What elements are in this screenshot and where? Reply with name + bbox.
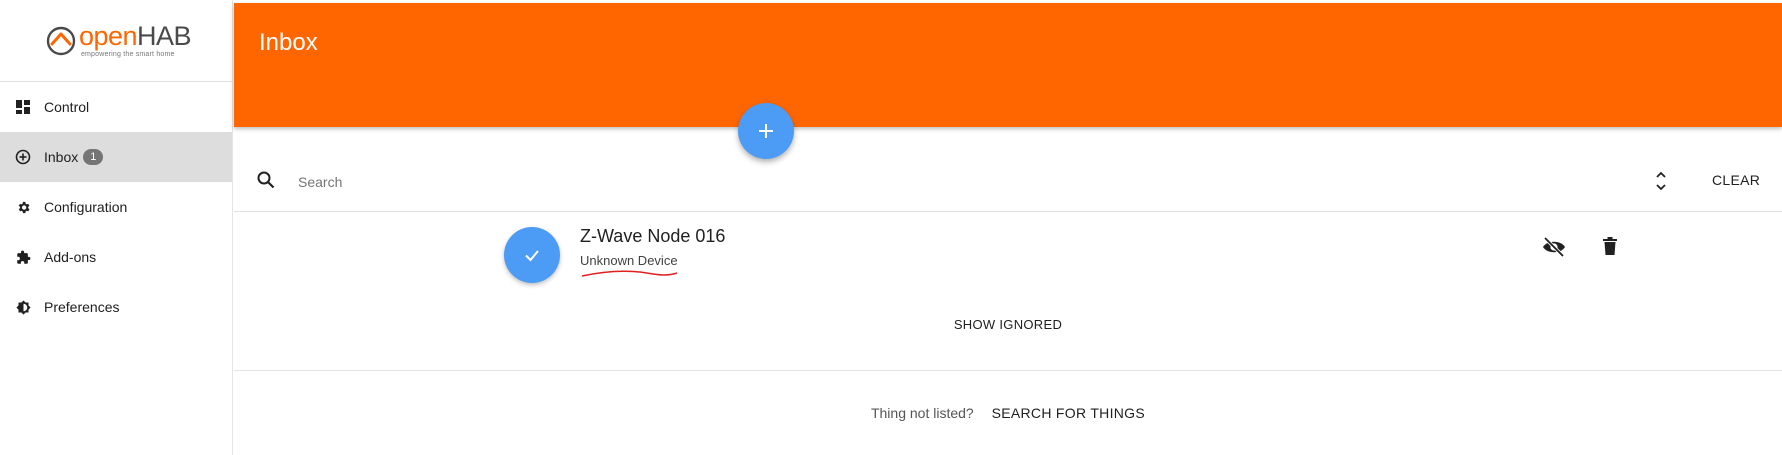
check-icon <box>525 250 539 262</box>
search-for-things-button[interactable]: SEARCH FOR THINGS <box>992 405 1145 421</box>
sort-toggle-icon[interactable] <box>1654 170 1668 197</box>
logo[interactable]: openHAB empowering the smart home <box>0 0 232 82</box>
inbox-count-badge: 1 <box>83 149 104 165</box>
brightness-icon <box>15 299 31 315</box>
delete-icon[interactable] <box>1602 236 1618 261</box>
sidebar-item-preferences[interactable]: Preferences <box>0 282 232 332</box>
search-bar: CLEAR <box>234 150 1782 212</box>
clear-button[interactable]: CLEAR <box>1712 172 1760 188</box>
sidebar-item-label: Preferences <box>44 299 120 315</box>
sidebar-nav: Control Inbox 1 Configuration Add-ons Pr… <box>0 82 232 332</box>
logo-text: openHAB empowering the smart home <box>78 21 192 59</box>
thing-title: Z-Wave Node 016 <box>580 226 726 246</box>
sidebar-item-control[interactable]: Control <box>0 82 232 132</box>
sidebar-item-label: Add-ons <box>44 249 97 265</box>
app-root: openHAB empowering the smart home Contro… <box>0 0 1782 455</box>
page-title: Inbox <box>259 29 318 56</box>
sidebar-item-label: Configuration <box>44 199 128 215</box>
search-icon <box>256 170 276 195</box>
sidebar-item-label: Inbox <box>44 149 79 165</box>
footer: Thing not listed? SEARCH FOR THINGS <box>234 405 1782 421</box>
logo-wrap: openHAB empowering the smart home <box>45 21 192 59</box>
logo-word: openHAB <box>78 21 192 51</box>
search-input[interactable] <box>298 170 898 194</box>
sidebar-item-label: Control <box>44 99 90 115</box>
sidebar-item-inbox[interactable]: Inbox 1 <box>0 132 232 182</box>
sidebar-item-configuration[interactable]: Configuration <box>0 182 232 232</box>
dashboard-icon <box>15 99 31 115</box>
logo-word-open: open <box>78 21 138 51</box>
puzzle-icon <box>15 249 31 265</box>
logo-word-hab: HAB <box>137 21 192 51</box>
sidebar-item-addons[interactable]: Add-ons <box>0 232 232 282</box>
logo-tagline: empowering the smart home <box>80 51 175 58</box>
thing-not-listed-text: Thing not listed? <box>870 405 974 421</box>
list-item: Z-Wave Node 016 Unknown Device <box>234 213 1782 283</box>
page-header: Inbox <box>234 3 1782 159</box>
ignore-icon[interactable] <box>1542 236 1566 262</box>
add-circle-icon <box>15 149 31 165</box>
show-ignored-row: SHOW IGNORED <box>234 317 1782 332</box>
openhab-logo-icon <box>46 26 76 55</box>
annotation-underline <box>581 270 678 277</box>
plus-icon <box>759 124 773 138</box>
approve-button[interactable] <box>504 227 560 283</box>
show-ignored-button[interactable]: SHOW IGNORED <box>954 317 1062 332</box>
gear-icon <box>15 199 31 215</box>
divider <box>234 370 1782 371</box>
thing-subtitle: Unknown Device <box>580 253 678 268</box>
sidebar: openHAB empowering the smart home Contro… <box>0 0 233 455</box>
